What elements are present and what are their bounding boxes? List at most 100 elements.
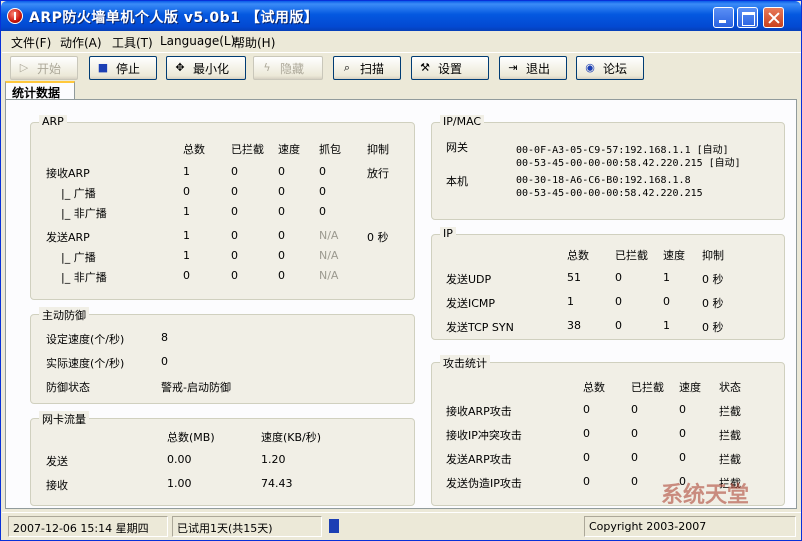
nic-cell: 0.00 <box>167 453 192 466</box>
nic-cell: 74.43 <box>261 477 293 490</box>
attack-cell: 0 <box>679 403 686 416</box>
menu-bar: 文件(F) 动作(A) 工具(T) Language(L) 帮助(H) <box>2 31 801 52</box>
menu-help[interactable]: 帮助(H) <box>233 34 275 51</box>
defense-value: 8 <box>161 331 168 344</box>
attack-cell: 0 <box>583 427 590 440</box>
nic-traffic-group: 网卡流量 总数(MB) 速度(KB/秒) 发送 0.00 1.20 接收 1.0… <box>30 411 415 506</box>
attack-row-label: 接收IP冲突攻击 <box>446 429 522 442</box>
statistics-panel: ARP 总数 已拦截 速度 抓包 抑制 接收ARP 1 0 0 0 放行 |_ … <box>5 99 797 509</box>
attack-cell: 0 <box>679 427 686 440</box>
maximize-window-button[interactable] <box>737 7 758 28</box>
settings-label: 设置 <box>438 61 463 76</box>
attack-cell: 0 <box>631 403 638 416</box>
title-bar[interactable]: ARP防火墙单机个人版 v5.0b1 【试用版】 <box>1 1 801 31</box>
forum-label: 论坛 <box>603 61 628 76</box>
arp-cell: 0 <box>278 205 285 218</box>
arp-row-label: |_ 非广播 <box>61 207 107 220</box>
local-mac-ip: 00-53-45-00-00-00:58.42.220.215 <box>516 188 703 199</box>
nic-group-title: 网卡流量 <box>39 411 89 427</box>
menu-file[interactable]: 文件(F) <box>11 34 51 51</box>
trial-progress-bar <box>329 519 579 533</box>
exit-label: 退出 <box>526 61 551 76</box>
ipmac-group: IP/MAC 网关 00-0F-A3-05-C9-57:192.168.1.1 … <box>431 115 785 220</box>
arp-row-label: 接收ARP <box>46 167 90 180</box>
arp-cell: 0 <box>231 205 238 218</box>
ip-cell: 51 <box>567 271 581 284</box>
ip-cell: 0 <box>615 295 622 308</box>
attack-row-label: 发送伪造IP攻击 <box>446 477 522 490</box>
ip-cell: 0 秒 <box>702 297 724 310</box>
tools-icon: ⚒ <box>420 61 430 74</box>
arp-group: ARP 总数 已拦截 速度 抓包 抑制 接收ARP 1 0 0 0 放行 |_ … <box>30 115 415 300</box>
status-datetime: 2007-12-06 15:14 星期四 <box>8 516 168 537</box>
attack-row-label: 发送ARP攻击 <box>446 453 512 466</box>
exit-door-icon: ⇥ <box>508 61 518 74</box>
ip-group-title: IP <box>440 227 456 240</box>
menu-tools[interactable]: 工具(T) <box>112 34 153 51</box>
arp-header-total: 总数 <box>183 143 205 156</box>
window-title: ARP防火墙单机个人版 v5.0b1 【试用版】 <box>29 10 319 26</box>
magnifier-icon: ⌕ <box>343 61 351 74</box>
ip-group: IP 总数 已拦截 速度 抑制 发送UDP 51 0 1 0 秒 发送ICMP … <box>431 227 785 340</box>
ip-row-label: 发送UDP <box>446 273 492 286</box>
arp-cell: 0 <box>319 185 326 198</box>
defense-group-title: 主动防御 <box>39 307 89 323</box>
tab-statistics[interactable]: 统计数据 <box>5 81 75 100</box>
attack-cell: 0 <box>631 427 638 440</box>
ip-cell: 38 <box>567 319 581 332</box>
arp-cell: 0 <box>278 249 285 262</box>
arp-cell: 放行 <box>367 167 389 180</box>
attack-row-label: 接收ARP攻击 <box>446 405 512 418</box>
arp-cell: N/A <box>319 249 339 262</box>
settings-button[interactable]: ⚒ 设置 <box>411 56 489 80</box>
ip-header-speed: 速度 <box>663 249 685 262</box>
hide-button[interactable]: ϟ 隐藏 <box>253 56 323 80</box>
exit-button[interactable]: ⇥ 退出 <box>499 56 567 80</box>
defense-label: 防御状态 <box>46 381 90 394</box>
scan-button[interactable]: ⌕ 扫描 <box>333 56 401 80</box>
attack-cell: 拦截 <box>719 453 741 466</box>
local-mac-ip: 00-30-18-A6-C6-B0:192.168.1.8 <box>516 175 691 186</box>
local-label: 本机 <box>446 175 468 188</box>
site-watermark: 系统天堂 <box>661 483 750 508</box>
start-label: 开始 <box>37 61 62 76</box>
status-trial: 已试用1天(共15天) <box>172 516 322 537</box>
attack-cell: 0 <box>631 475 638 488</box>
forum-button[interactable]: ◉ 论坛 <box>576 56 644 80</box>
arp-cell: 0 <box>278 229 285 242</box>
ip-cell: 0 秒 <box>702 273 724 286</box>
arp-cell: 0 <box>231 229 238 242</box>
play-icon: ▷ <box>19 61 29 74</box>
defense-group: 主动防御 设定速度(个/秒) 8 实际速度(个/秒) 0 防御状态 警戒-启动防… <box>30 307 415 404</box>
stop-button[interactable]: ■ 停止 <box>89 56 157 80</box>
ip-header-suppress: 抑制 <box>702 249 724 262</box>
arp-cell: 0 <box>183 269 190 282</box>
attack-cell: 0 <box>583 451 590 464</box>
nic-row-label: 发送 <box>46 455 68 468</box>
arp-cell: 0 <box>183 185 190 198</box>
stop-icon: ■ <box>97 61 109 74</box>
app-window: ARP防火墙单机个人版 v5.0b1 【试用版】 文件(F) 动作(A) 工具(… <box>0 0 802 541</box>
arp-group-title: ARP <box>39 115 67 128</box>
ip-cell: 0 <box>615 271 622 284</box>
minimize-button[interactable]: ✥ 最小化 <box>166 56 246 80</box>
arp-cell: 1 <box>183 229 190 242</box>
attack-group-title: 攻击统计 <box>440 355 490 371</box>
ip-cell: 0 <box>663 295 670 308</box>
ip-cell: 1 <box>663 271 670 284</box>
shield-icon <box>7 8 23 24</box>
defense-value: 0 <box>161 355 168 368</box>
hide-label: 隐藏 <box>280 61 305 76</box>
nic-cell: 1.00 <box>167 477 192 490</box>
attack-cell: 拦截 <box>719 405 741 418</box>
close-window-button[interactable] <box>763 7 784 28</box>
gateway-mac-ip: 00-53-45-00-00-00:58.42.220.215 [自动] <box>516 158 741 169</box>
menu-action[interactable]: 动作(A) <box>60 34 102 51</box>
menu-language[interactable]: Language(L) <box>160 34 235 48</box>
arp-row-label: |_ 非广播 <box>61 271 107 284</box>
start-button[interactable]: ▷ 开始 <box>10 56 78 80</box>
minimize-window-button[interactable] <box>713 7 734 28</box>
arp-row-label: |_ 广播 <box>61 187 96 200</box>
attack-cell: 0 <box>583 475 590 488</box>
nic-row-label: 接收 <box>46 479 68 492</box>
